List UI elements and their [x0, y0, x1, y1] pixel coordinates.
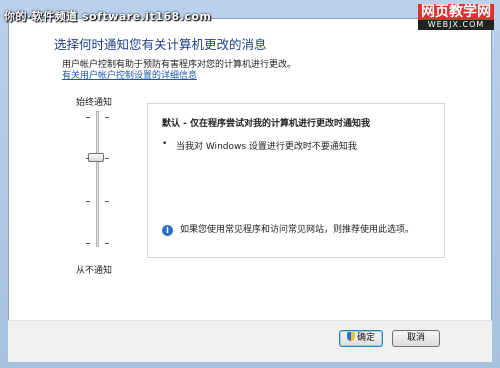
recommendation-text: 如果您使用常见程序和访问常见网站，则推荐使用此选项。: [180, 225, 415, 235]
slider-tick: [86, 201, 90, 202]
info-icon: i: [162, 225, 173, 236]
watermark-right-title: 网页教学网: [418, 4, 494, 20]
ok-button[interactable]: 确定: [339, 330, 383, 347]
bullet-icon: •: [162, 139, 168, 149]
cancel-button-label: 取消: [406, 333, 425, 343]
uac-shield-icon: [346, 332, 355, 341]
slider-tick: [86, 117, 90, 118]
watermark-left: 你的·软件频道 software.it168.com: [4, 10, 212, 23]
level-bullet-text: 当我对 Windows 设置进行更改时不要通知我: [176, 142, 357, 152]
level-description-panel: 默认 - 仅在程序尝试对我的计算机进行更改时通知我 • 当我对 Windows …: [147, 103, 445, 258]
uac-settings-window: 你的·软件频道 software.it168.com 网页教学网 WEBJX.C…: [0, 0, 500, 368]
slider-tick: [105, 201, 109, 202]
notification-level-slider-track[interactable]: [96, 111, 99, 247]
notification-level-slider-thumb[interactable]: [88, 153, 104, 162]
slider-tick: [105, 117, 109, 118]
page-title: 选择何时通知您有关计算机更改的消息: [54, 37, 267, 52]
slider-bottom-label: 从不通知: [76, 266, 113, 276]
watermark-right: 网页教学网 WEBJX.COM: [418, 4, 494, 30]
slider-tick: [105, 243, 109, 244]
uac-help-link[interactable]: 有关用户帐户控制设置的详细信息: [62, 68, 197, 81]
level-title: 默认 - 仅在程序尝试对我的计算机进行更改时通知我: [162, 119, 371, 129]
watermark-right-url: WEBJX.COM: [418, 20, 494, 30]
ok-button-label: 确定: [356, 333, 375, 343]
cancel-button[interactable]: 取消: [392, 330, 440, 347]
slider-tick: [86, 243, 90, 244]
slider-top-label: 始终通知: [76, 98, 113, 108]
slider-tick: [105, 158, 109, 159]
